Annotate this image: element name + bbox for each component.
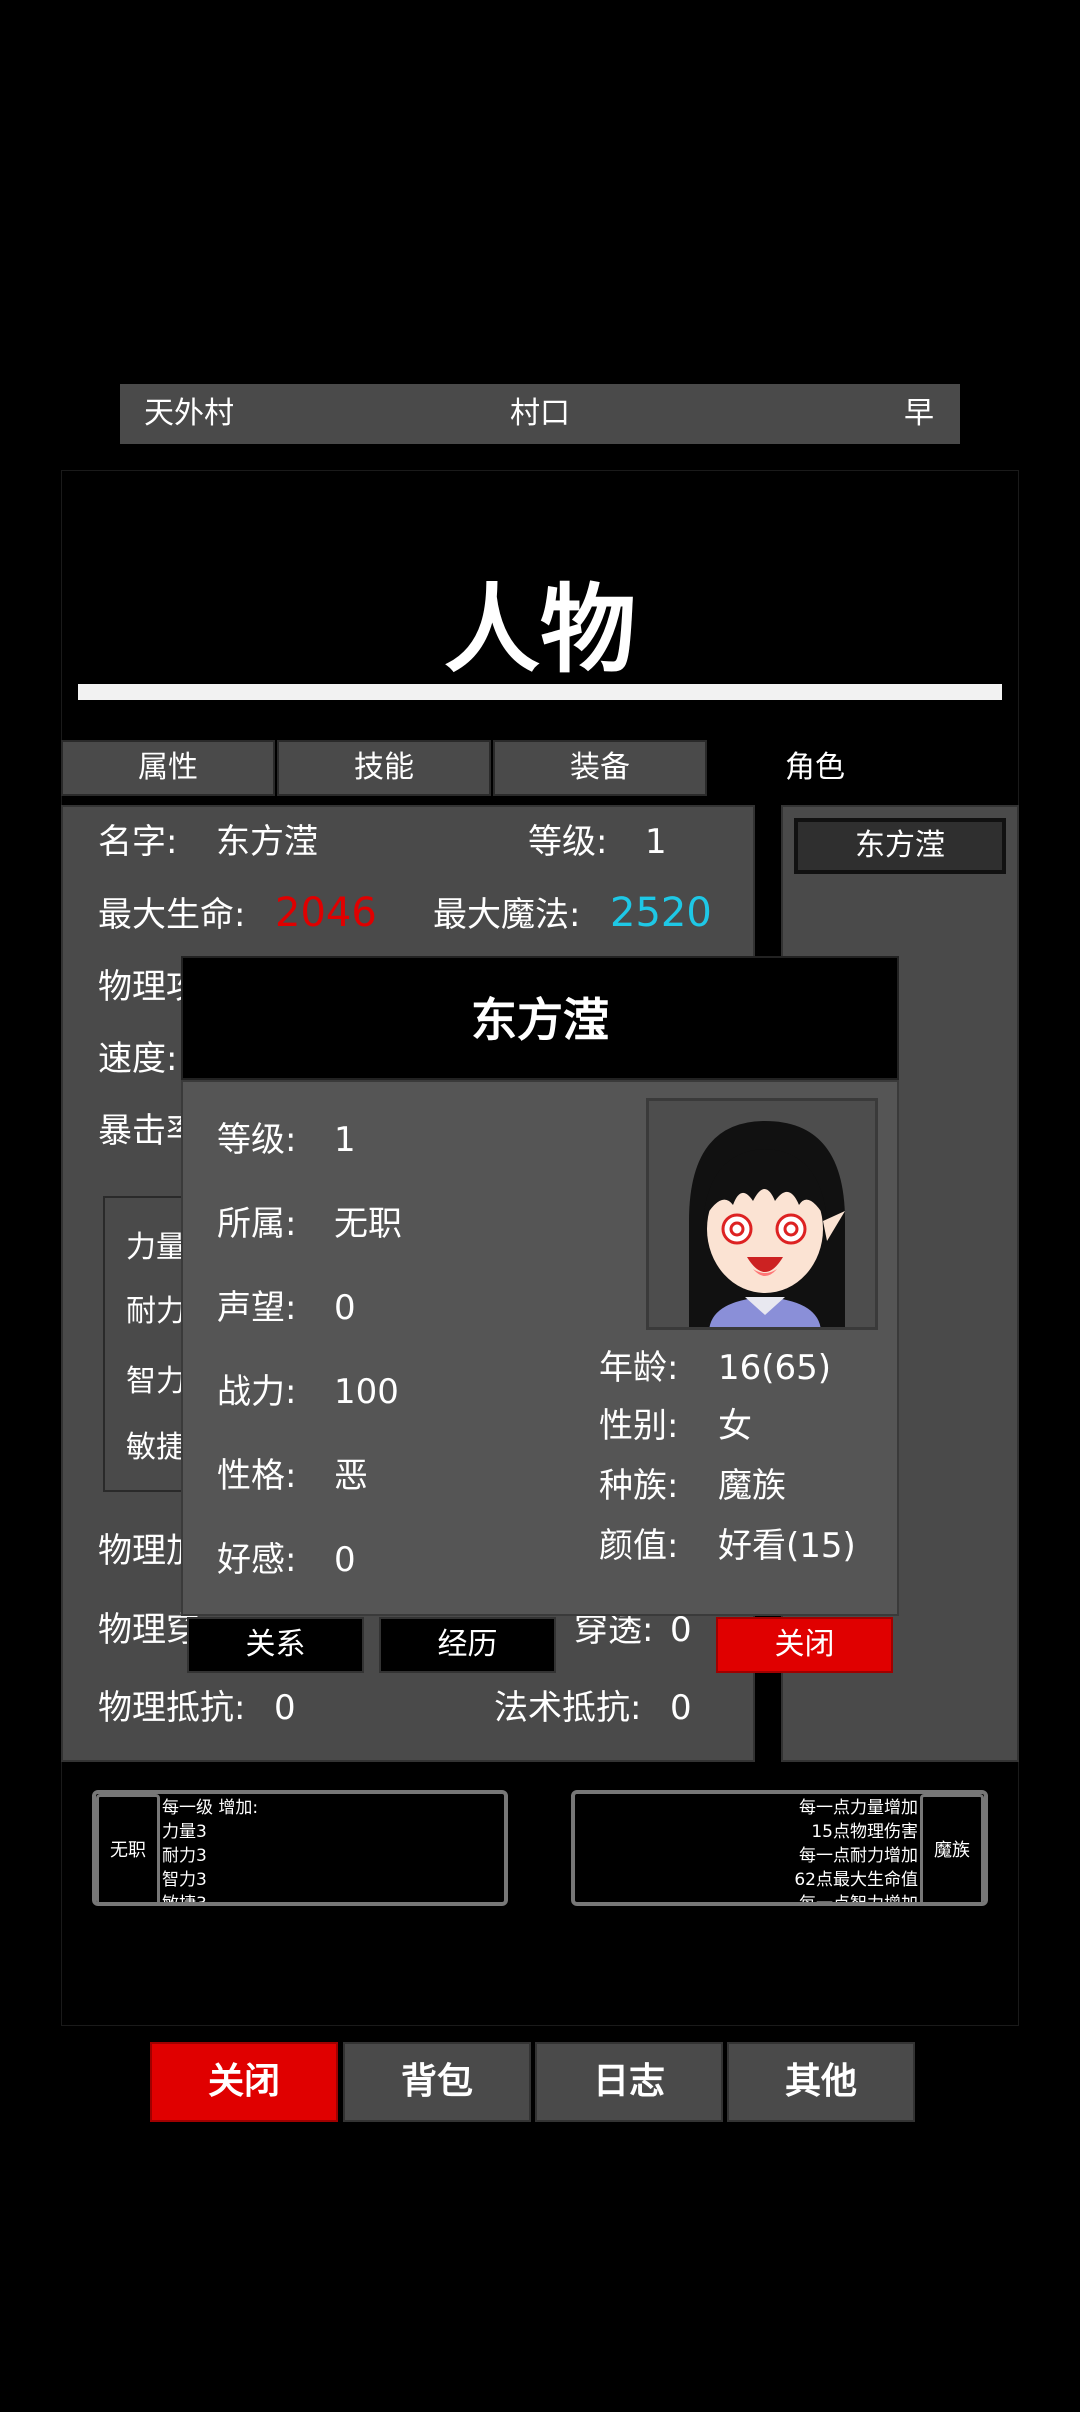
role-item-button[interactable]: 东方滢	[794, 818, 1006, 874]
race-info-box: 魔族 每一点力量增加 15点物理伤害 每一点耐力增加 62点最大生命值 每一点智…	[571, 1790, 988, 1906]
popup-gender-value: 女	[718, 1406, 752, 1446]
maxmp-label: 最大魔法:	[433, 895, 581, 935]
portrait	[646, 1098, 878, 1330]
class-info-line: 力量3	[162, 1822, 207, 1842]
maxmp-value: 2520	[610, 890, 712, 936]
popup-gender-label: 性别:	[599, 1406, 679, 1446]
race-info-line: 每一点智力增加	[799, 1894, 918, 1906]
popup-level-label: 等级:	[217, 1120, 297, 1160]
maxhp-label: 最大生命:	[98, 895, 246, 935]
name-value: 东方滢	[216, 822, 318, 862]
pres-value: 0	[274, 1688, 296, 1728]
bag-button[interactable]: 背包	[343, 2042, 531, 2122]
location-place: 村口	[510, 396, 570, 431]
popup-personality-label: 性格:	[217, 1456, 297, 1496]
popup-power-value: 100	[334, 1372, 399, 1412]
time-of-day: 早	[904, 396, 934, 431]
attr-strength: 力量	[126, 1230, 186, 1265]
speed-label: 速度:	[98, 1039, 178, 1079]
popup-age-label: 年龄:	[599, 1348, 679, 1388]
popup-power-label: 战力:	[217, 1372, 297, 1412]
title-divider	[78, 684, 1002, 700]
popup-looks-value: 好看(15)	[718, 1526, 856, 1566]
popup-personality-value: 恶	[334, 1456, 368, 1496]
class-info-line: 耐力3	[162, 1846, 207, 1866]
race-info-line: 每一点力量增加	[799, 1798, 918, 1818]
location-bar: 天外村 村口 早	[120, 384, 960, 444]
popup-race-value: 魔族	[718, 1466, 786, 1506]
class-info-box: 无职 每一级 增加: 力量3 耐力3 智力3 敏捷3	[92, 1790, 508, 1906]
popup-affection-value: 0	[334, 1540, 356, 1580]
popup-looks-label: 颜值:	[599, 1526, 679, 1566]
page-title: 人物	[444, 573, 636, 686]
popup-character-name: 东方滢	[471, 993, 609, 1047]
popup-fame-value: 0	[334, 1288, 356, 1328]
popup-affection-label: 好感:	[217, 1540, 297, 1580]
name-label: 名字:	[98, 822, 178, 862]
history-button[interactable]: 经历	[379, 1617, 556, 1673]
popup-race-label: 种族:	[599, 1466, 679, 1506]
mres-value: 0	[670, 1688, 692, 1728]
race-info-line: 每一点耐力增加	[799, 1846, 918, 1866]
race-info-line: 62点最大生命值	[794, 1870, 918, 1890]
popup-close-button[interactable]: 关闭	[716, 1617, 893, 1673]
chibi-girl-portrait-icon	[689, 1121, 845, 1327]
tab-equipment[interactable]: 装备	[493, 740, 707, 796]
race-tag: 魔族	[920, 1794, 984, 1902]
mres-label: 法术抵抗:	[494, 1688, 642, 1728]
role-label: 角色	[785, 750, 845, 785]
attr-agility: 敏捷	[126, 1430, 186, 1465]
popup-affiliation-value: 无职	[334, 1204, 402, 1244]
other-button[interactable]: 其他	[727, 2042, 915, 2122]
class-info-line: 每一级 增加:	[162, 1798, 259, 1818]
popup-affiliation-label: 所属:	[217, 1204, 297, 1244]
popup-fame-label: 声望:	[217, 1288, 297, 1328]
tab-attributes[interactable]: 属性	[61, 740, 275, 796]
level-label: 等级:	[528, 822, 608, 862]
maxhp-value: 2046	[275, 890, 377, 936]
race-info-line: 15点物理伤害	[811, 1822, 918, 1842]
attr-stamina: 耐力	[126, 1294, 186, 1329]
log-button[interactable]: 日志	[535, 2042, 723, 2122]
close-button[interactable]: 关闭	[150, 2042, 338, 2122]
relation-button[interactable]: 关系	[187, 1617, 364, 1673]
level-value: 1	[645, 822, 667, 862]
popup-level-value: 1	[334, 1120, 356, 1160]
location-area: 天外村	[144, 396, 234, 431]
class-info-line: 智力3	[162, 1870, 207, 1890]
popup-age-value: 16(65)	[718, 1348, 832, 1388]
class-tag: 无职	[96, 1794, 160, 1902]
attr-intellect: 智力	[126, 1364, 186, 1399]
class-info-line: 敏捷3	[162, 1894, 207, 1906]
tab-skills[interactable]: 技能	[277, 740, 491, 796]
pres-label: 物理抵抗:	[98, 1688, 246, 1728]
